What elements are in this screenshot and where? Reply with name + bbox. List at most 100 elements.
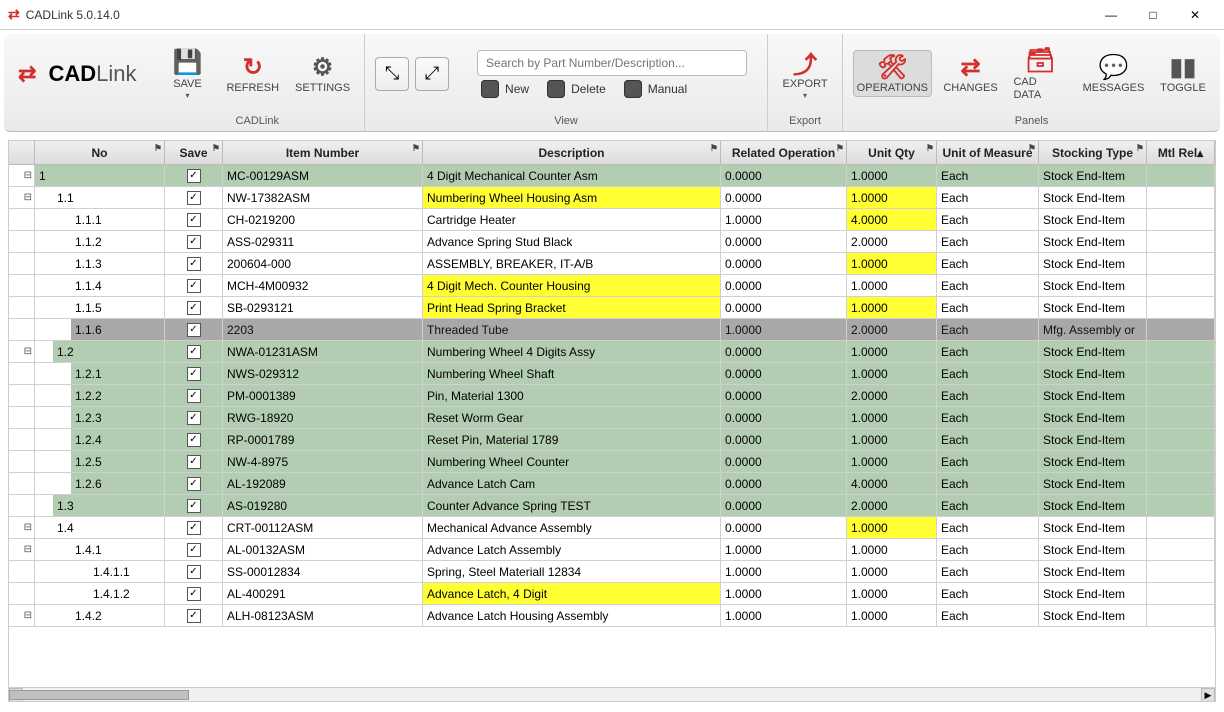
col-description[interactable]: Description⚑ [423,141,721,164]
table-row[interactable]: 1.1.6✓2203Threaded Tube1.00002.0000EachM… [9,319,1215,341]
save-checkbox[interactable]: ✓ [187,477,201,491]
horizontal-scrollbar[interactable]: ◀ ▶ [9,687,1215,701]
operations-button[interactable]: 🛠 OPERATIONS [853,50,932,97]
table-row[interactable]: 1.3✓AS-019280Counter Advance Spring TEST… [9,495,1215,517]
save-checkbox[interactable]: ✓ [187,169,201,183]
save-checkbox[interactable]: ✓ [187,323,201,337]
cell-save[interactable]: ✓ [165,473,223,494]
table-row[interactable]: 1.4.1.1✓SS-00012834Spring, Steel Materia… [9,561,1215,583]
cell-save[interactable]: ✓ [165,495,223,516]
col-stocking-type[interactable]: Stocking Type⚑ [1039,141,1147,164]
table-row[interactable]: 1.1.4✓MCH-4M009324 Digit Mech. Counter H… [9,275,1215,297]
cell-save[interactable]: ✓ [165,451,223,472]
save-checkbox[interactable]: ✓ [187,191,201,205]
save-checkbox[interactable]: ✓ [187,279,201,293]
save-checkbox[interactable]: ✓ [187,367,201,381]
cell-save[interactable]: ✓ [165,319,223,340]
save-checkbox[interactable]: ✓ [187,411,201,425]
cell-unit-qty: 1.0000 [847,253,937,274]
cell-save[interactable]: ✓ [165,385,223,406]
save-checkbox[interactable]: ✓ [187,213,201,227]
table-row[interactable]: 1.1.2✓ASS-029311Advance Spring Stud Blac… [9,231,1215,253]
col-save[interactable]: Save⚑ [165,141,223,164]
cell-save[interactable]: ✓ [165,231,223,252]
export-button[interactable]: ⤴ EXPORT▾ [778,46,832,102]
messages-button[interactable]: 💬 MESSAGES [1079,50,1148,97]
save-checkbox[interactable]: ✓ [187,543,201,557]
cell-save[interactable]: ✓ [165,605,223,626]
table-row[interactable]: ⊟1.4.1✓AL-00132ASMAdvance Latch Assembly… [9,539,1215,561]
save-checkbox[interactable]: ✓ [187,587,201,601]
cell-save[interactable]: ✓ [165,561,223,582]
grid-body[interactable]: ⊟1✓MC-00129ASM4 Digit Mechanical Counter… [9,165,1215,687]
table-row[interactable]: 1.2.3✓RWG-18920Reset Worm Gear0.00001.00… [9,407,1215,429]
refresh-button[interactable]: ↻ REFRESH [222,50,283,97]
save-checkbox[interactable]: ✓ [187,301,201,315]
col-no[interactable]: No⚑ [35,141,165,164]
save-checkbox[interactable]: ✓ [187,235,201,249]
caddata-button[interactable]: 🗃 CAD DATA [1009,44,1070,104]
col-item-number[interactable]: Item Number⚑ [223,141,423,164]
cell-save[interactable]: ✓ [165,341,223,362]
table-row[interactable]: 1.2.5✓NW-4-8975Numbering Wheel Counter0.… [9,451,1215,473]
search-input[interactable] [477,50,747,76]
save-checkbox[interactable]: ✓ [187,521,201,535]
maximize-button[interactable]: □ [1132,1,1174,29]
cell-save[interactable]: ✓ [165,165,223,186]
cell-save[interactable]: ✓ [165,363,223,384]
table-row[interactable]: 1.1.1✓CH-0219200Cartridge Heater1.00004.… [9,209,1215,231]
tree-toggle[interactable]: ⊟ [9,517,35,538]
save-checkbox[interactable]: ✓ [187,565,201,579]
expand-button[interactable]: ⤡ [375,57,409,91]
save-checkbox[interactable]: ✓ [187,345,201,359]
table-row[interactable]: 1.2.6✓AL-192089Advance Latch Cam0.00004.… [9,473,1215,495]
changes-button[interactable]: ⇄ CHANGES [940,50,1002,97]
toggle-button[interactable]: ▮▮ TOGGLE [1156,50,1210,97]
table-row[interactable]: ⊟1.4✓CRT-00112ASMMechanical Advance Asse… [9,517,1215,539]
close-button[interactable]: ✕ [1174,1,1216,29]
cell-save[interactable]: ✓ [165,583,223,604]
tree-toggle[interactable]: ⊟ [9,187,35,208]
cell-save[interactable]: ✓ [165,517,223,538]
table-row[interactable]: ⊟1✓MC-00129ASM4 Digit Mechanical Counter… [9,165,1215,187]
table-row[interactable]: ⊟1.2✓NWA-01231ASMNumbering Wheel 4 Digit… [9,341,1215,363]
cell-save[interactable]: ✓ [165,209,223,230]
save-checkbox[interactable]: ✓ [187,433,201,447]
cell-save[interactable]: ✓ [165,539,223,560]
save-checkbox[interactable]: ✓ [187,609,201,623]
tree-toggle[interactable]: ⊟ [9,341,35,362]
cell-save[interactable]: ✓ [165,297,223,318]
tree-toggle[interactable]: ⊟ [9,605,35,626]
save-checkbox[interactable]: ✓ [187,499,201,513]
col-unit-qty[interactable]: Unit Qty⚑ [847,141,937,164]
table-row[interactable]: 1.2.1✓NWS-029312Numbering Wheel Shaft0.0… [9,363,1215,385]
col-unit-of-measure[interactable]: Unit of Measure⚑ [937,141,1039,164]
cell-save[interactable]: ✓ [165,275,223,296]
col-related-operation[interactable]: Related Operation⚑ [721,141,847,164]
table-row[interactable]: ⊟1.4.2✓ALH-08123ASMAdvance Latch Housing… [9,605,1215,627]
col-tree[interactable] [9,141,35,164]
col-mtl-rel[interactable]: Mtl Rel▴ [1147,141,1215,164]
table-row[interactable]: 1.4.1.2✓AL-400291Advance Latch, 4 Digit1… [9,583,1215,605]
cell-save[interactable]: ✓ [165,429,223,450]
cell-save[interactable]: ✓ [165,187,223,208]
settings-button[interactable]: ⚙ SETTINGS [291,50,354,97]
tree-toggle[interactable]: ⊟ [9,165,35,186]
save-checkbox[interactable]: ✓ [187,455,201,469]
cell-no: 1.2.1 [35,363,165,384]
scroll-thumb[interactable] [9,690,189,700]
collapse-button[interactable]: ⤢ [415,57,449,91]
save-checkbox[interactable]: ✓ [187,389,201,403]
cell-save[interactable]: ✓ [165,253,223,274]
table-row[interactable]: 1.2.4✓RP-0001789Reset Pin, Material 1789… [9,429,1215,451]
scroll-right-arrow[interactable]: ▶ [1201,688,1215,702]
table-row[interactable]: 1.1.5✓SB-0293121Print Head Spring Bracke… [9,297,1215,319]
save-checkbox[interactable]: ✓ [187,257,201,271]
tree-toggle[interactable]: ⊟ [9,539,35,560]
save-button[interactable]: 💾 SAVE▾ [160,46,214,102]
table-row[interactable]: 1.1.3✓200604-000ASSEMBLY, BREAKER, IT-A/… [9,253,1215,275]
table-row[interactable]: 1.2.2✓PM-0001389Pin, Material 13000.0000… [9,385,1215,407]
cell-save[interactable]: ✓ [165,407,223,428]
table-row[interactable]: ⊟1.1✓NW-17382ASMNumbering Wheel Housing … [9,187,1215,209]
minimize-button[interactable]: — [1090,1,1132,29]
